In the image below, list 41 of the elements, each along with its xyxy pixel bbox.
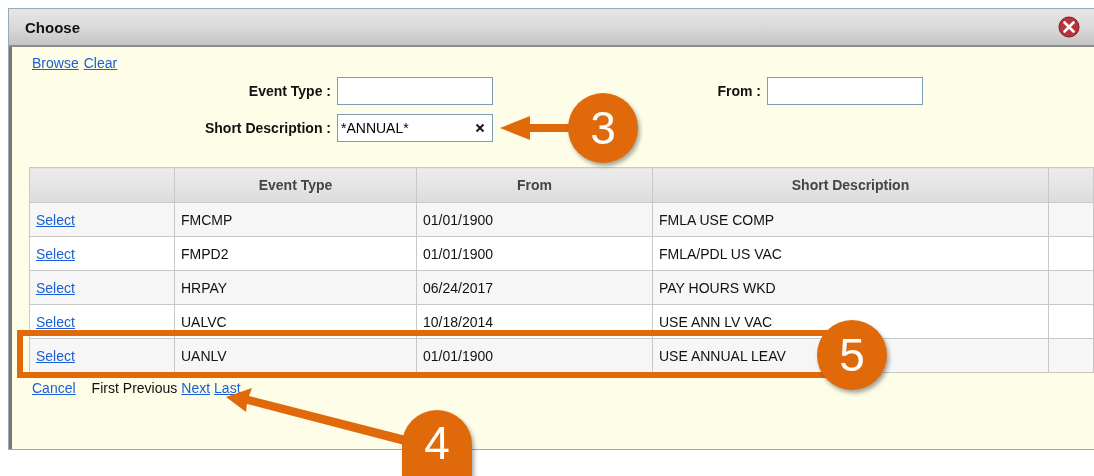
table-cell: FMLA/PDL US VAC [652,236,1049,271]
table-cell: HRPAY [174,270,417,305]
column-header: Short Description [652,167,1049,203]
select-link[interactable]: Select [36,211,75,228]
table-cell: UANLV [174,338,417,373]
table-cell: 01/01/1900 [416,338,653,373]
field-label: Event Type : [248,83,331,99]
table-cell [1048,304,1094,339]
pager-label: Previous [122,380,178,396]
input-field[interactable] [767,77,923,105]
select-link[interactable]: Select [36,279,75,296]
column-header: From [416,167,653,203]
table-cell [1048,236,1094,271]
input-field[interactable] [337,77,493,105]
column-header [1048,167,1094,203]
window-title: Choose [25,18,80,36]
field-label: Short Description : [205,120,331,136]
table-cell: FMPD2 [174,236,417,271]
cancel-link[interactable]: Cancel [32,380,76,396]
table-cell: 01/01/1900 [416,202,653,237]
select-link[interactable]: Select [36,245,75,262]
table-cell [1048,202,1094,237]
field-label: From : [717,83,761,99]
table-cell [1048,338,1094,373]
pager-link[interactable]: Last [214,380,241,396]
table-cell: PAY HOURS WKD [652,270,1049,305]
input-field[interactable]: *ANNUAL* [337,114,493,142]
link[interactable]: Clear [83,55,118,77]
link[interactable]: Browse [32,55,79,77]
table-cell: 06/24/2017 [416,270,653,305]
pager-link[interactable]: Next [181,380,211,396]
table-cell: 01/01/1900 [416,236,653,271]
table-cell [1048,270,1094,305]
select-link[interactable]: Select [36,347,75,364]
pager-label: First [91,380,119,396]
column-header: Event Type [174,167,417,203]
table-cell: FMCMP [174,202,417,237]
select-link[interactable]: Select [36,313,75,330]
table-cell: FMLA USE COMP [652,202,1049,237]
clear-icon[interactable] [475,123,485,133]
close-icon[interactable] [1058,16,1080,38]
